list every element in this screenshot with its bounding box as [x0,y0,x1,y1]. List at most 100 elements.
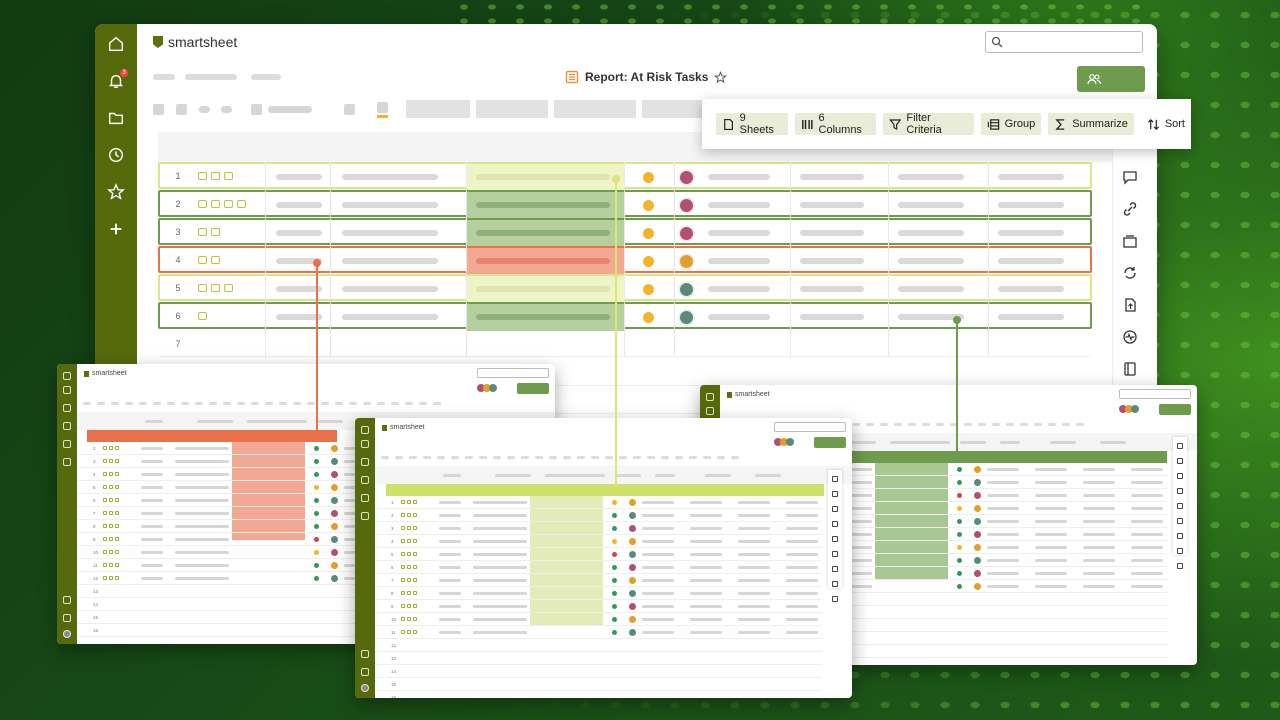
mini-nav-icon[interactable] [63,386,71,394]
summary-icon[interactable] [1122,361,1138,377]
row-action-icon[interactable] [211,171,220,180]
mini-nav-icon[interactable] [63,372,71,380]
row-action-icon[interactable] [198,199,207,208]
cell-placeholder[interactable] [708,174,770,180]
mini-nav-icon[interactable] [361,476,369,484]
cell-placeholder[interactable] [476,174,610,180]
proofing-icon[interactable] [1122,233,1138,249]
mini-rail-icon[interactable] [1177,518,1183,524]
mini-rail-icon[interactable] [1177,533,1183,539]
favorite-star-icon[interactable] [714,70,728,84]
cell-placeholder[interactable] [342,202,438,208]
cell-placeholder[interactable] [898,286,964,292]
mini-rail-icon[interactable] [832,491,838,497]
mini-nav-icon[interactable] [361,458,369,466]
cell-placeholder[interactable] [708,258,770,264]
mini-nav-icon[interactable] [706,407,714,415]
cell-placeholder[interactable] [898,314,964,320]
home-icon[interactable] [107,35,125,53]
mini-rail-icon[interactable] [1177,458,1183,464]
row-action-icon[interactable] [198,283,207,292]
summarize-button[interactable]: Summarize [1048,113,1134,135]
filter-criteria-button[interactable]: Filter Criteria [882,112,974,136]
mini-rail-icon[interactable] [832,476,838,482]
highlighted-cell[interactable] [466,332,624,359]
mini-brand-logo[interactable]: smartsheet [382,424,425,431]
mini-nav-icon[interactable] [63,422,71,430]
cell-placeholder[interactable] [276,314,322,320]
cell-placeholder[interactable] [708,202,770,208]
cell-placeholder[interactable] [476,202,610,208]
cell-placeholder[interactable] [800,258,864,264]
cell-placeholder[interactable] [708,230,770,236]
cell-placeholder[interactable] [342,174,438,180]
row-action-icons[interactable] [196,199,266,208]
cell-placeholder[interactable] [998,314,1064,320]
cell-placeholder[interactable] [476,230,610,236]
brand-logo[interactable]: smartsheet [153,34,237,50]
row-action-icon[interactable] [211,283,220,292]
mini-rail-icon[interactable] [1177,473,1183,479]
row-action-icons[interactable] [196,283,266,292]
table-row[interactable]: 4 [158,246,1092,275]
sheets-button[interactable]: 9 Sheets [716,112,788,136]
mini-help-icon[interactable] [361,668,369,676]
mini-table-row[interactable] [375,665,822,678]
mini-rail-icon[interactable] [832,521,838,527]
row-action-icon[interactable] [211,255,220,264]
cell-placeholder[interactable] [342,314,438,320]
cell-placeholder[interactable] [898,230,964,236]
row-action-icon[interactable] [224,283,233,292]
mini-nav-icon[interactable] [361,440,369,448]
cell-placeholder[interactable] [800,286,864,292]
clock-icon[interactable] [107,146,125,164]
row-action-icons[interactable] [196,255,266,264]
mini-share-button[interactable] [1159,404,1191,415]
mini-table-row[interactable] [375,652,822,665]
row-action-icon[interactable] [198,311,207,320]
mini-nav-icon[interactable] [63,440,71,448]
mini-share-button[interactable] [814,437,846,448]
row-action-icon[interactable] [198,227,207,236]
cell-placeholder[interactable] [476,314,610,320]
mini-table-row[interactable] [375,639,822,652]
mini-rail-icon[interactable] [832,566,838,572]
mini-account-icon[interactable] [63,630,71,638]
star-icon[interactable] [107,183,125,201]
mini-rail-icon[interactable] [832,536,838,542]
mini-table-row[interactable] [375,678,822,691]
table-row[interactable]: 1 [158,162,1092,191]
mini-rail-icon[interactable] [1177,503,1183,509]
cell-placeholder[interactable] [476,286,610,292]
mini-nav-icon[interactable] [361,512,369,520]
update-requests-icon[interactable] [1122,265,1138,281]
mini-table-row[interactable] [375,691,822,698]
cell-placeholder[interactable] [998,230,1064,236]
mini-search-input[interactable] [774,422,846,432]
mini-nav-icon[interactable] [361,494,369,502]
table-row[interactable]: 2 [158,190,1092,219]
cell-placeholder[interactable] [276,174,322,180]
row-action-icon[interactable] [211,199,220,208]
cell-placeholder[interactable] [708,314,770,320]
row-action-icon[interactable] [224,171,233,180]
mini-help-icon[interactable] [63,614,71,622]
share-button[interactable] [1077,66,1145,92]
mini-search-input[interactable] [1119,389,1191,399]
search-input[interactable] [985,31,1143,53]
cell-placeholder[interactable] [998,202,1064,208]
row-action-icon[interactable] [198,171,207,180]
mini-account-icon[interactable] [361,684,369,692]
cell-placeholder[interactable] [998,286,1064,292]
table-row[interactable]: 7 [158,330,1092,357]
publish-icon[interactable] [1122,297,1138,313]
group-button[interactable]: Group [980,113,1042,135]
mini-rail-icon[interactable] [832,596,838,602]
mini-brand-logo[interactable]: smartsheet [727,391,770,398]
mini-rail-icon[interactable] [1177,563,1183,569]
mini-rail-icon[interactable] [832,551,838,557]
cell-placeholder[interactable] [276,202,322,208]
mini-share-button[interactable] [517,383,549,394]
mini-rail-icon[interactable] [832,506,838,512]
attachment-icon[interactable] [1122,201,1138,217]
